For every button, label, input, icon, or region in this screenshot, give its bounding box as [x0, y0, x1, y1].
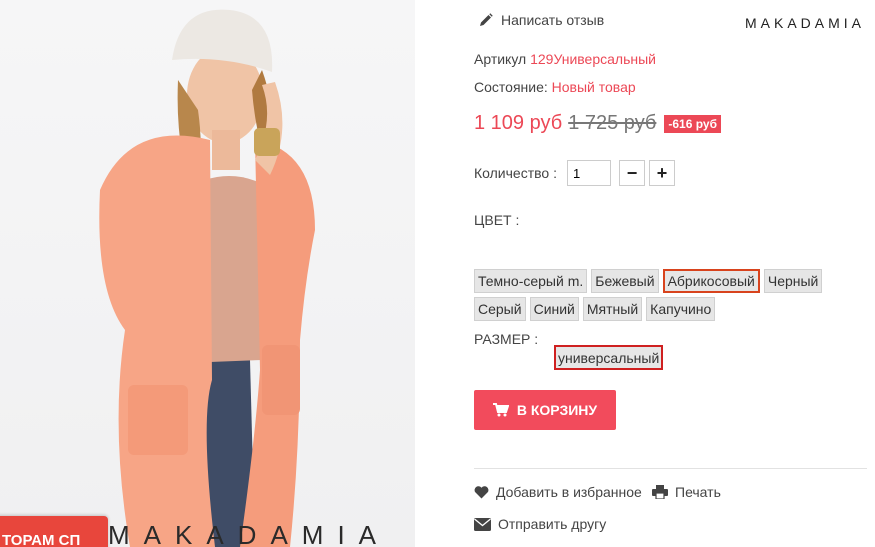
color-option[interactable]: Серый [474, 297, 526, 321]
size-label: РАЗМЕР : [474, 331, 539, 347]
printer-icon [652, 485, 668, 499]
write-review-link[interactable]: Написать отзыв [479, 12, 604, 28]
quantity-input[interactable] [566, 160, 611, 186]
brand-logo[interactable]: MAKADAMIA [745, 15, 865, 31]
color-option-selected[interactable]: Абрикосовый [662, 269, 760, 293]
heart-icon [474, 485, 489, 499]
discount-badge: -616 руб [664, 114, 721, 133]
print-label: Печать [675, 484, 721, 500]
write-review-label: Написать отзыв [501, 12, 605, 28]
color-label: ЦВЕТ : [474, 212, 520, 228]
color-option[interactable]: Темно-серый m. [474, 269, 588, 293]
condition-row: Состояние: Новый товар [474, 79, 636, 95]
color-option[interactable]: Мятный [582, 297, 643, 321]
add-to-cart-label: В КОРЗИНУ [516, 402, 598, 418]
add-to-cart-button[interactable]: В КОРЗИНУ [474, 390, 616, 430]
quantity-label: Количество : [474, 165, 557, 181]
quantity-row: Количество : − + [474, 160, 675, 186]
color-options-row-2: Серый Синий Мятный Капучино [474, 297, 834, 321]
size-option-selected[interactable]: универсальный [554, 345, 664, 370]
add-to-favorites-label: Добавить в избранное [496, 484, 642, 500]
price-row: 1 109 руб 1 725 руб -616 руб [474, 112, 721, 135]
pencil-icon [479, 13, 493, 27]
envelope-icon [474, 517, 491, 531]
sku-row: Артикул 129Универсальный [474, 51, 656, 67]
brand-watermark: MAKADAMIA [108, 520, 391, 547]
current-price: 1 109 руб [474, 112, 563, 134]
color-option[interactable]: Капучино [646, 297, 716, 321]
send-to-friend-link[interactable]: Отправить другу [474, 516, 606, 532]
color-option[interactable]: Бежевый [591, 269, 659, 293]
cart-icon [492, 403, 509, 417]
condition-value: Новый товар [551, 79, 636, 95]
divider [474, 468, 867, 469]
condition-label: Состояние: [474, 79, 548, 95]
product-illustration [99, 9, 315, 547]
sku-label: Артикул [474, 51, 527, 67]
quantity-increase-button[interactable]: + [648, 160, 675, 186]
print-link[interactable]: Печать [652, 484, 721, 500]
product-info-panel: MAKADAMIA Написать отзыв Артикул 129Унив… [415, 0, 875, 547]
old-price: 1 725 руб [568, 112, 657, 134]
color-options-row-1: Темно-серый m. Бежевый Абрикосовый Черны… [474, 269, 834, 293]
quantity-decrease-button[interactable]: − [618, 160, 645, 186]
send-to-friend-label: Отправить другу [498, 516, 607, 532]
promo-ribbon[interactable]: ТОРАМ СП [0, 516, 108, 547]
product-photo[interactable]: MAKADAMIA ТОРАМ СП [0, 0, 415, 547]
color-option[interactable]: Синий [529, 297, 579, 321]
color-option[interactable]: Черный [763, 269, 823, 293]
sku-value: 129Универсальный [530, 51, 656, 67]
add-to-favorites-link[interactable]: Добавить в избранное [474, 484, 642, 500]
